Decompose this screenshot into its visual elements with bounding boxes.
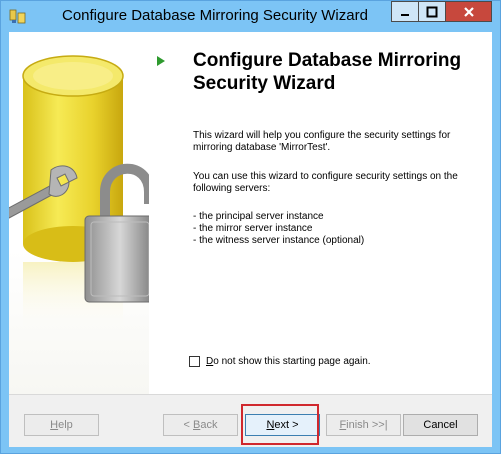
finish-button[interactable]: Finish >>| xyxy=(326,414,401,436)
wizard-client-area: Configure Database Mirroring Security Wi… xyxy=(9,32,492,447)
wizard-art-panel xyxy=(9,32,149,394)
list-item: - the witness server instance (optional) xyxy=(193,235,365,246)
page-heading: Configure Database Mirroring Security Wi… xyxy=(193,50,462,94)
wizard-content: Configure Database Mirroring Security Wi… xyxy=(149,32,492,394)
close-icon xyxy=(463,6,474,17)
title-bar[interactable]: Configure Database Mirroring Security Wi… xyxy=(1,1,500,31)
minimize-button[interactable] xyxy=(391,1,418,22)
intro-paragraph: This wizard will help you configure the … xyxy=(193,130,451,153)
maximize-icon xyxy=(426,6,438,17)
servers-paragraph: You can use this wizard to configure sec… xyxy=(193,171,458,194)
database-wrench-padlock-illustration xyxy=(9,55,149,332)
green-arrow-icon xyxy=(157,56,165,66)
dont-show-again-row[interactable]: Do not show this starting page again. xyxy=(189,356,371,367)
help-button[interactable]: Help xyxy=(24,414,99,436)
dont-show-again-label[interactable]: Do not show this starting page again. xyxy=(206,356,371,367)
button-bar: Help < Back Next > Finish >>| Cancel xyxy=(9,394,492,447)
list-item: - the principal server instance xyxy=(193,211,324,222)
next-button[interactable]: Next > xyxy=(245,414,320,436)
window-title: Configure Database Mirroring Security Wi… xyxy=(62,7,368,24)
maximize-button[interactable] xyxy=(418,1,445,22)
list-item: - the mirror server instance xyxy=(193,223,313,234)
cancel-button[interactable]: Cancel xyxy=(403,414,478,436)
minimize-icon xyxy=(401,13,409,16)
close-button[interactable] xyxy=(445,1,492,22)
database-mirroring-app-icon xyxy=(9,9,26,24)
dont-show-again-checkbox[interactable] xyxy=(189,356,200,367)
wizard-window: Configure Database Mirroring Security Wi… xyxy=(0,0,501,454)
server-list: - the principal server instance - the mi… xyxy=(193,211,364,247)
back-button[interactable]: < Back xyxy=(163,414,238,436)
